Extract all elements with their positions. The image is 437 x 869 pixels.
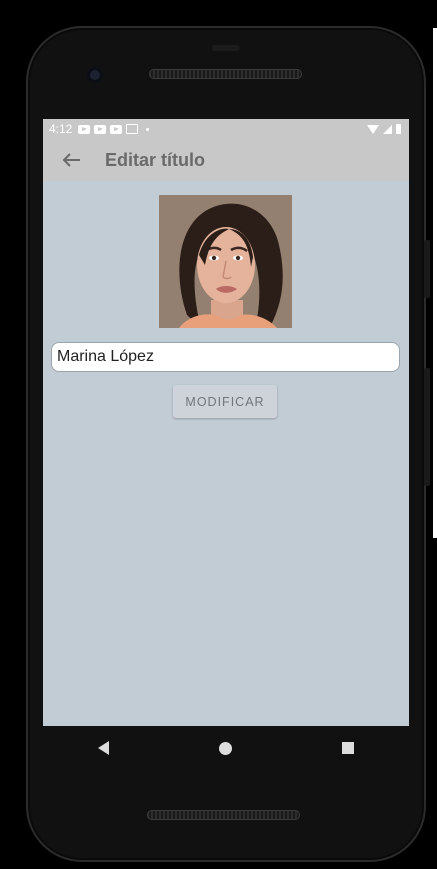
notification-icons [78,124,150,134]
nav-recent-icon[interactable] [342,742,354,754]
emulator-background [433,28,437,538]
dot-icon [146,127,150,131]
back-button[interactable] [43,139,99,181]
volume-button[interactable] [424,368,430,486]
earpiece-speaker [149,69,302,79]
wifi-icon [367,124,379,134]
app-screen: 4:12 Editar título Marina López MODIFICA… [43,119,409,726]
name-input[interactable] [51,342,400,372]
bottom-speaker [147,810,300,820]
nav-back-icon[interactable] [98,741,109,755]
power-button[interactable] [424,240,430,298]
system-icons [367,124,401,134]
front-camera [87,67,103,83]
youtube-icon [94,124,107,134]
youtube-icon [78,124,91,134]
battery-icon [396,124,401,134]
signal-icon [383,124,392,134]
app-bar: Editar título [43,139,409,181]
modify-button[interactable]: MODIFICAR [173,385,277,418]
gallery-icon [126,124,139,134]
navigation-bar [43,726,409,770]
arrow-left-icon [62,153,80,167]
proximity-sensor [212,45,240,51]
profile-photo[interactable] [159,195,292,328]
page-title: Editar título [105,149,205,170]
status-time: 4:12 [49,122,73,136]
nav-home-icon[interactable] [219,741,232,755]
youtube-icon [110,124,123,134]
status-bar: 4:12 [43,119,409,139]
